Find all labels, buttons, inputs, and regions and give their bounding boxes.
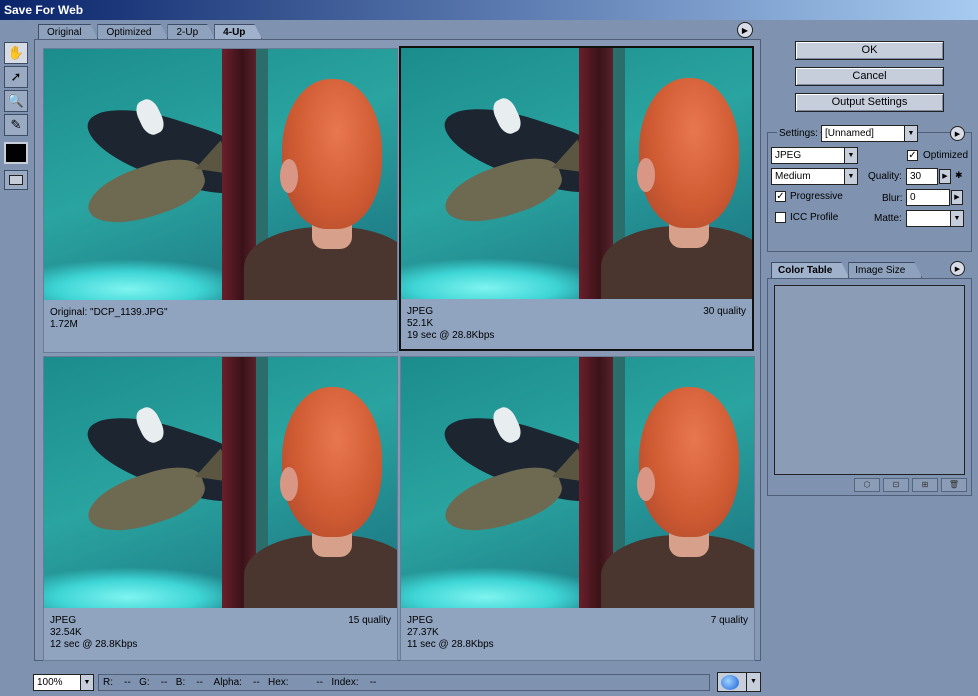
status-bar: 100% ▼ R: -- G: -- B: -- Alpha: -- Hex: … (0, 671, 978, 696)
pane-format: JPEG (50, 615, 77, 626)
browser-icon (721, 675, 739, 690)
preview-menu-icon[interactable]: ▶ (737, 22, 753, 38)
quality-level-select[interactable]: Medium ▼ (771, 168, 858, 185)
pane-info: Original: "DCP_1139.JPG" 1.72M (50, 307, 391, 331)
chevron-down-icon: ▼ (844, 148, 857, 163)
lock-color-icon[interactable]: ⊡ (883, 478, 909, 492)
hand-tool-icon[interactable]: ✋ (4, 42, 28, 64)
preview-pane-jpeg-30[interactable]: JPEG 52.1K 19 sec @ 28.8Kbps 30 quality (399, 46, 754, 351)
preview-image (401, 357, 754, 608)
pane-size: 1.72M (50, 319, 78, 330)
slice-select-tool-icon[interactable]: ➚ (4, 66, 28, 88)
blur-input[interactable]: 0 (906, 189, 950, 206)
preview-pane-jpeg-15[interactable]: JPEG 32.54K 12 sec @ 28.8Kbps 15 quality (43, 356, 398, 661)
quality-label: Quality: (868, 171, 902, 182)
settings-preset-value: [Unnamed] (825, 128, 874, 139)
preview-image (44, 357, 397, 608)
color-table-panel: ⬡ ⊡ ⊞ 🗑 (767, 278, 972, 496)
optimized-checkbox[interactable]: ✓ (907, 150, 918, 161)
web-shift-icon[interactable]: ⬡ (854, 478, 880, 492)
icc-profile-label: ICC Profile (790, 212, 839, 223)
cancel-button[interactable]: Cancel (795, 67, 944, 86)
tab-4-up[interactable]: 4-Up (214, 24, 262, 40)
toolbox: ✋ ➚ 🔍 ✎ (4, 42, 30, 190)
color-table-swatches[interactable] (774, 285, 965, 475)
color-table-menu-icon[interactable]: ▶ (950, 261, 965, 276)
settings-label: Settings: (777, 128, 820, 139)
settings-preset-select[interactable]: [Unnamed] ▼ (821, 125, 918, 142)
zoom-select[interactable]: 100% ▼ (33, 674, 94, 691)
preview-pane-original[interactable]: Original: "DCP_1139.JPG" 1.72M (43, 48, 398, 353)
tab-original[interactable]: Original (38, 24, 98, 40)
window-title: Save For Web (0, 0, 978, 20)
preview-area: Original: "DCP_1139.JPG" 1.72M JPEG 52.1… (34, 39, 761, 661)
toggle-slices-icon[interactable] (4, 170, 28, 190)
format-value: JPEG (775, 150, 802, 161)
icc-profile-checkbox[interactable] (775, 212, 786, 223)
pane-quality: 15 quality (348, 615, 391, 626)
zoom-value: 100% (37, 677, 63, 688)
eyedropper-color-swatch[interactable] (4, 142, 28, 164)
pane-format: JPEG (407, 306, 434, 317)
chevron-down-icon: ▼ (80, 675, 93, 690)
pane-info: JPEG 32.54K 12 sec @ 28.8Kbps 15 quality (50, 615, 391, 651)
color-table-actions: ⬡ ⊡ ⊞ 🗑 (854, 478, 970, 492)
pane-size: 52.1K (407, 318, 434, 329)
matte-label: Matte: (874, 213, 902, 224)
chevron-down-icon: ▼ (844, 169, 857, 184)
preview-image (44, 49, 397, 300)
pane-size: 32.54K (50, 627, 82, 638)
pane-quality: 30 quality (703, 306, 746, 317)
pane-info: JPEG 27.37K 11 sec @ 28.8Kbps 7 quality (407, 615, 748, 651)
pane-info: JPEG 52.1K 19 sec @ 28.8Kbps 30 quality (407, 306, 746, 342)
pane-format: JPEG (407, 615, 434, 626)
blur-label: Blur: (882, 193, 903, 204)
quality-input[interactable]: 30 (906, 168, 938, 185)
pane-download-time: 11 sec @ 28.8Kbps (407, 639, 494, 650)
tab-2-up[interactable]: 2-Up (167, 24, 215, 40)
pane-download-time: 12 sec @ 28.8Kbps (50, 639, 138, 650)
ok-button[interactable]: OK (795, 41, 944, 60)
zoom-tool-icon[interactable]: 🔍 (4, 90, 28, 112)
settings-menu-icon[interactable]: ▶ (950, 126, 965, 141)
tab-color-table[interactable]: Color Table (771, 262, 849, 278)
chevron-down-icon: ▼ (904, 126, 917, 141)
color-readout: R: -- G: -- B: -- Alpha: -- Hex: -- Inde… (98, 674, 710, 691)
tab-optimized[interactable]: Optimized (97, 24, 168, 40)
quality-level-value: Medium (775, 171, 811, 182)
chevron-down-icon: ▼ (950, 211, 963, 226)
pane-size: 27.37K (407, 627, 439, 638)
progressive-checkbox[interactable]: ✓ (775, 191, 786, 202)
quality-mask-icon[interactable]: ✱ (955, 170, 963, 181)
pane-download-time: 19 sec @ 28.8Kbps (407, 330, 495, 341)
preview-pane-jpeg-7[interactable]: JPEG 27.37K 11 sec @ 28.8Kbps 7 quality (400, 356, 755, 661)
output-settings-button[interactable]: Output Settings (795, 93, 944, 112)
color-panel-tabs: Color Table Image Size (771, 262, 921, 278)
quality-arrow-icon[interactable]: ▶ (939, 169, 951, 184)
progressive-label: Progressive (790, 191, 843, 202)
optimized-label: Optimized (923, 150, 969, 161)
chevron-down-icon[interactable]: ▼ (746, 673, 760, 691)
view-tabs: Original Optimized 2-Up 4-Up (38, 24, 261, 40)
eyedropper-tool-icon[interactable]: ✎ (4, 114, 28, 136)
preview-image (401, 48, 752, 299)
pane-quality: 7 quality (710, 615, 748, 626)
pane-format: Original: "DCP_1139.JPG" (50, 307, 168, 318)
preview-in-browser-button[interactable]: ▼ (717, 672, 761, 692)
blur-arrow-icon[interactable]: ▶ (951, 190, 963, 205)
tab-image-size[interactable]: Image Size (848, 262, 922, 278)
format-select[interactable]: JPEG ▼ (771, 147, 858, 164)
matte-select[interactable]: ▼ (906, 210, 964, 227)
trash-icon[interactable]: 🗑 (941, 478, 967, 492)
new-color-icon[interactable]: ⊞ (912, 478, 938, 492)
